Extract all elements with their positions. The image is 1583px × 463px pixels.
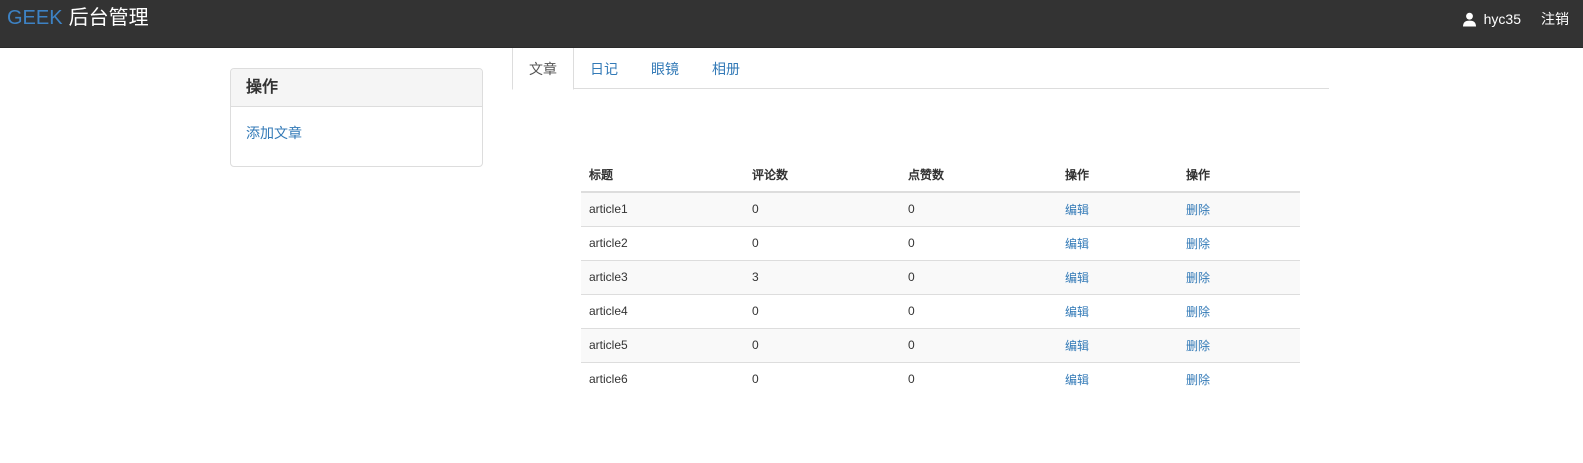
cell-comments: 0 — [744, 327, 900, 362]
cell-likes: 0 — [900, 259, 1057, 294]
cell-comments: 0 — [744, 225, 900, 260]
delete-link[interactable]: 删除 — [1186, 339, 1210, 353]
cell-comments: 3 — [744, 259, 900, 294]
cell-likes: 0 — [900, 192, 1057, 226]
table-row: article4 0 0 编辑 删除 — [581, 293, 1300, 328]
tab-glasses[interactable]: 眼镜 — [635, 48, 695, 89]
cell-title: article3 — [581, 259, 744, 294]
panel-body: 添加文章 — [231, 107, 482, 159]
cell-comments: 0 — [744, 293, 900, 328]
edit-link[interactable]: 编辑 — [1065, 237, 1089, 251]
cell-title: article6 — [581, 361, 744, 396]
brand-title: 后台管理 — [68, 7, 149, 29]
tab-diary[interactable]: 日记 — [574, 48, 634, 89]
header-delete-action: 操作 — [1178, 157, 1300, 193]
delete-link[interactable]: 删除 — [1186, 203, 1210, 217]
cell-title: article5 — [581, 327, 744, 362]
cell-comments: 0 — [744, 192, 900, 226]
header-edit-action: 操作 — [1057, 157, 1178, 193]
panel-title: 操作 — [231, 69, 482, 107]
table-row: article5 0 0 编辑 删除 — [581, 327, 1300, 362]
logout-link[interactable]: 注销 — [1541, 9, 1569, 29]
edit-link[interactable]: 编辑 — [1065, 271, 1089, 285]
tab-articles[interactable]: 文章 — [512, 48, 574, 90]
cell-comments: 0 — [744, 361, 900, 396]
username-label: hyc35 — [1483, 11, 1521, 27]
cell-likes: 0 — [900, 361, 1057, 396]
edit-link[interactable]: 编辑 — [1065, 203, 1089, 217]
brand[interactable]: GEEK 后台管理 — [7, 6, 149, 30]
content-tabs: 文章 日记 眼镜 相册 — [512, 48, 1329, 90]
cell-likes: 0 — [900, 293, 1057, 328]
cell-likes: 0 — [900, 225, 1057, 260]
edit-link[interactable]: 编辑 — [1065, 305, 1089, 319]
table-row: article3 3 0 编辑 删除 — [581, 259, 1300, 294]
operations-panel: 操作 添加文章 — [230, 68, 483, 167]
nav-right: hyc35 注销 — [1462, 10, 1569, 28]
header-title: 标题 — [581, 157, 744, 193]
header-comments: 评论数 — [744, 157, 900, 193]
delete-link[interactable]: 删除 — [1186, 271, 1210, 285]
brand-geek: GEEK — [7, 7, 63, 29]
cell-title: article2 — [581, 225, 744, 260]
user-icon — [1462, 12, 1477, 27]
table-row: article6 0 0 编辑 删除 — [581, 361, 1300, 396]
table-header-row: 标题 评论数 点赞数 操作 操作 — [581, 157, 1300, 193]
cell-title: article4 — [581, 293, 744, 328]
tab-album[interactable]: 相册 — [696, 48, 756, 89]
header-likes: 点赞数 — [900, 157, 1057, 193]
articles-table: 标题 评论数 点赞数 操作 操作 article1 0 0 编辑 删除 arti… — [581, 157, 1300, 396]
cell-title: article1 — [581, 192, 744, 226]
delete-link[interactable]: 删除 — [1186, 305, 1210, 319]
delete-link[interactable]: 删除 — [1186, 237, 1210, 251]
add-article-link[interactable]: 添加文章 — [246, 125, 302, 141]
top-navbar: GEEK 后台管理 hyc35 注销 — [0, 0, 1583, 48]
table-row: article2 0 0 编辑 删除 — [581, 225, 1300, 260]
edit-link[interactable]: 编辑 — [1065, 339, 1089, 353]
delete-link[interactable]: 删除 — [1186, 373, 1210, 387]
table-row: article1 0 0 编辑 删除 — [581, 192, 1300, 226]
cell-likes: 0 — [900, 327, 1057, 362]
edit-link[interactable]: 编辑 — [1065, 373, 1089, 387]
user-menu-link[interactable]: hyc35 — [1462, 11, 1521, 27]
